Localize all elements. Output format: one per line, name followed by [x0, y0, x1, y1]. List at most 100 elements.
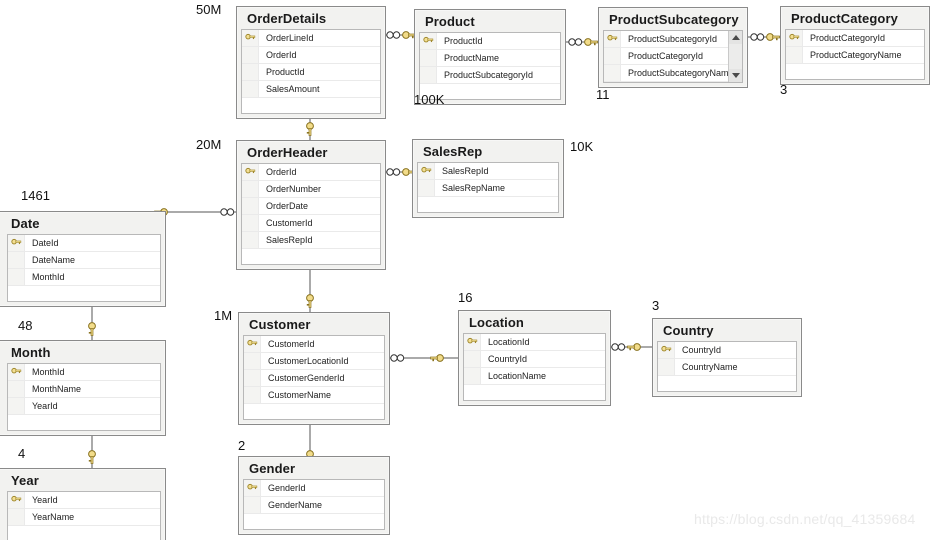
field-gutter	[786, 64, 803, 79]
field-gutter	[244, 404, 261, 419]
field-row[interactable]: GenderName	[244, 497, 384, 514]
field-name: CustomerGenderId	[268, 373, 345, 383]
key-icon	[8, 364, 25, 380]
table-orderdetails[interactable]: OrderDetails OrderLineId OrderId Product…	[236, 6, 386, 119]
field-name: DateName	[32, 255, 76, 265]
field-gutter	[420, 50, 437, 66]
table-fields: YearId YearName	[7, 491, 161, 540]
table-fields: ProductSubcategoryId ProductCategoryId P…	[603, 30, 743, 83]
field-row[interactable]: ProductId	[242, 64, 380, 81]
field-gutter	[604, 65, 621, 81]
field-row[interactable]: ProductSubcategoryId	[604, 31, 728, 48]
field-row[interactable]: DateName	[8, 252, 160, 269]
field-row[interactable]: CustomerGenderId	[244, 370, 384, 387]
field-row[interactable]: DateId	[8, 235, 160, 252]
field-row[interactable]: ProductSubcategoryId	[420, 67, 560, 84]
field-row[interactable]: LocationId	[464, 334, 605, 351]
rowcount-location: 16	[458, 290, 473, 305]
field-name: CountryId	[488, 354, 528, 364]
table-title: ProductSubcategory	[609, 12, 739, 27]
field-row[interactable]: OrderId	[242, 47, 380, 64]
table-orderheader[interactable]: OrderHeader OrderId OrderNumber OrderDat…	[236, 140, 386, 270]
field-row[interactable]: SalesRepId	[418, 163, 558, 180]
table-customer[interactable]: Customer CustomerId CustomerLocationId C…	[238, 312, 390, 425]
field-row[interactable]: ProductCategoryName	[786, 47, 924, 64]
table-fields: SalesRepId SalesRepName	[417, 162, 559, 213]
field-row[interactable]: ProductCategoryId	[786, 30, 924, 47]
field-gutter	[464, 385, 481, 400]
field-name: MonthId	[32, 272, 65, 282]
scroll-down-arrow-icon[interactable]	[729, 69, 742, 82]
field-row[interactable]: CustomerLocationId	[244, 353, 384, 370]
table-title: Year	[11, 473, 39, 488]
field-name: ProductCategoryId	[628, 51, 704, 61]
key-icon	[242, 164, 259, 180]
field-row[interactable]: YearId	[8, 492, 160, 509]
rowcount-year: 4	[18, 446, 26, 461]
field-row[interactable]: CustomerName	[244, 387, 384, 404]
field-row[interactable]: CountryId	[464, 351, 605, 368]
field-row[interactable]: OrderLineId	[242, 30, 380, 47]
field-row[interactable]: OrderNumber	[242, 181, 380, 198]
table-date[interactable]: Date DateId DateName MonthId	[0, 211, 166, 307]
field-row[interactable]: YearName	[8, 509, 160, 526]
vertical-scrollbar[interactable]	[728, 31, 742, 82]
field-row[interactable]: SalesRepId	[242, 232, 380, 249]
table-location[interactable]: Location LocationId CountryId LocationNa…	[458, 310, 611, 406]
field-gutter	[786, 47, 803, 63]
table-productcategory[interactable]: ProductCategory ProductCategoryId Produc…	[780, 6, 930, 85]
field-row-empty	[786, 64, 924, 79]
table-product[interactable]: Product ProductId ProductName ProductSub…	[414, 9, 566, 105]
key-icon	[244, 336, 261, 352]
rowcount-orderheader: 20M	[196, 137, 222, 152]
field-row[interactable]: OrderId	[242, 164, 380, 181]
field-gutter	[658, 376, 675, 391]
field-row[interactable]: LocationName	[464, 368, 605, 385]
table-title: Date	[11, 216, 40, 231]
field-row[interactable]: CustomerId	[242, 215, 380, 232]
table-title: Customer	[249, 317, 311, 332]
field-name: ProductSubcategoryId	[444, 70, 534, 80]
field-row[interactable]: SalesAmount	[242, 81, 380, 98]
field-row[interactable]: GenderId	[244, 480, 384, 497]
rowcount-product: 100K	[414, 92, 445, 107]
table-year[interactable]: Year YearId YearName	[0, 468, 166, 540]
field-gutter	[8, 398, 25, 414]
field-row[interactable]: ProductName	[420, 50, 560, 67]
rowcount-orderdetails: 50M	[196, 2, 222, 17]
field-row[interactable]: YearId	[8, 398, 160, 415]
field-row[interactable]: CountryId	[658, 342, 796, 359]
field-gutter	[244, 387, 261, 403]
table-month[interactable]: Month MonthId MonthName YearId	[0, 340, 166, 436]
table-country[interactable]: Country CountryId CountryName	[652, 318, 802, 397]
field-name: ProductName	[444, 53, 500, 63]
key-icon	[420, 33, 437, 49]
field-row[interactable]: CustomerId	[244, 336, 384, 353]
field-name: SalesRepId	[442, 166, 489, 176]
field-row[interactable]: OrderDate	[242, 198, 380, 215]
field-row[interactable]: CountryName	[658, 359, 796, 376]
field-row[interactable]: MonthId	[8, 364, 160, 381]
table-fields: ProductId ProductName ProductSubcategory…	[419, 32, 561, 100]
field-row-empty	[418, 197, 558, 212]
field-row[interactable]: MonthId	[8, 269, 160, 286]
field-gutter	[244, 353, 261, 369]
table-salesrep[interactable]: SalesRep SalesRepId SalesRepName	[412, 139, 564, 218]
field-row-empty	[658, 376, 796, 391]
field-name: SalesAmount	[266, 84, 320, 94]
field-row[interactable]: ProductId	[420, 33, 560, 50]
table-gender[interactable]: Gender GenderId GenderName	[238, 456, 390, 535]
scroll-up-arrow-icon[interactable]	[729, 31, 742, 44]
field-name: SalesRepId	[266, 235, 313, 245]
field-row[interactable]: MonthName	[8, 381, 160, 398]
field-row[interactable]: ProductSubcategoryName	[604, 65, 734, 82]
table-productsubcategory[interactable]: ProductSubcategory ProductSubcategoryId …	[598, 7, 748, 88]
field-gutter	[242, 249, 259, 264]
rowcount-customer: 1M	[214, 308, 233, 323]
field-row[interactable]: ProductCategoryId	[604, 48, 728, 65]
field-name: OrderId	[266, 167, 297, 177]
field-row[interactable]: SalesRepName	[418, 180, 558, 197]
field-gutter	[242, 215, 259, 231]
rowcount-country: 3	[652, 298, 660, 313]
field-gutter	[242, 181, 259, 197]
